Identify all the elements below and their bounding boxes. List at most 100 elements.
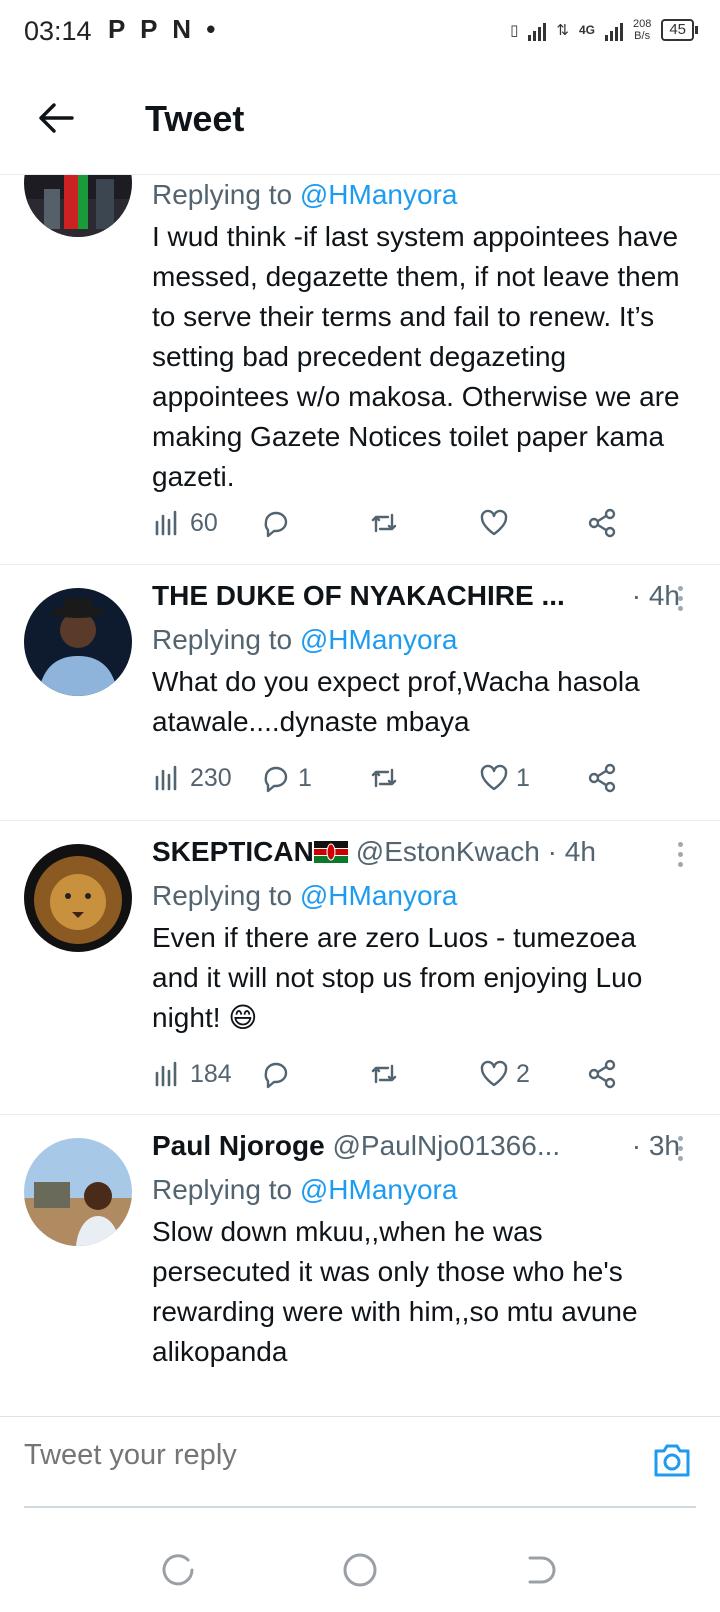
tweet-actions: 184 2 <box>152 1058 642 1098</box>
like-icon <box>480 1060 508 1087</box>
more-icon[interactable] <box>678 586 686 616</box>
kenya-flag-icon <box>313 841 348 863</box>
reply-tweet[interactable]: Replying to @HManyora I wud think -if la… <box>0 175 720 565</box>
more-icon[interactable] <box>678 842 686 872</box>
views-count: 230 <box>190 763 232 792</box>
tweet-actions: 230 1 1 <box>152 762 642 802</box>
reply-icon <box>264 1062 288 1089</box>
tweet-text: What do you expect prof,Wacha hasola ata… <box>152 666 640 737</box>
status-time: 03:14 <box>24 16 92 46</box>
share-icon <box>588 508 616 538</box>
replying-prefix: Replying to <box>152 880 293 911</box>
camera-icon[interactable] <box>652 1441 692 1479</box>
reply-button[interactable] <box>260 507 298 539</box>
notification-icons: P P N • <box>108 14 220 44</box>
replying-mention-link[interactable]: @HManyora <box>300 880 458 911</box>
replying-to: Replying to @HManyora <box>152 876 680 916</box>
tweet-actions: 60 <box>152 507 642 547</box>
like-count: 1 <box>516 763 530 792</box>
signal-icon-2 <box>604 19 623 41</box>
avatar[interactable] <box>24 1138 132 1246</box>
display-name[interactable]: SKEPTICAN <box>152 836 314 867</box>
views-button[interactable]: 60 <box>152 507 218 539</box>
replying-to: Replying to @HManyora <box>152 175 680 215</box>
back-arrow-icon[interactable] <box>36 98 76 138</box>
replying-prefix: Replying to <box>152 179 293 210</box>
avatar[interactable] <box>24 175 132 237</box>
share-icon <box>588 763 616 793</box>
display-name[interactable]: Paul Njoroge <box>152 1130 325 1161</box>
status-bar: 03:14 P P N • ▯ ⇅ 4G 208 B/s 45 <box>0 0 720 66</box>
page-title: Tweet <box>145 98 245 139</box>
avatar[interactable] <box>24 588 132 696</box>
reply-tweet[interactable]: THE DUKE OF NYAKACHIRE ... · 4h Replying… <box>0 564 720 821</box>
retweet-icon <box>371 513 397 533</box>
timestamp: · 4h <box>625 580 680 612</box>
reply-icon <box>264 766 288 793</box>
share-button[interactable] <box>586 762 618 794</box>
reply-button[interactable]: 1 <box>260 762 312 794</box>
replying-to: Replying to @HManyora <box>152 1170 680 1210</box>
data-arrows-icon: ⇅ <box>556 22 569 39</box>
timestamp: · 4h <box>547 836 596 867</box>
tweet-text: I wud think -if last system appointees h… <box>152 221 680 492</box>
reply-icon <box>264 511 288 538</box>
reply-count: 1 <box>298 763 312 792</box>
retweet-button[interactable] <box>368 762 406 794</box>
views-count: 184 <box>190 1059 232 1088</box>
display-name[interactable]: THE DUKE OF NYAKACHIRE ... <box>152 580 565 611</box>
like-button[interactable]: 1 <box>478 762 530 794</box>
system-nav-bar <box>0 1530 720 1612</box>
views-icon <box>155 510 177 536</box>
tweet-header: Paul Njoroge @PaulNjo01366... · 3h <box>152 1130 680 1170</box>
more-icon[interactable] <box>678 1136 686 1166</box>
reply-button[interactable] <box>260 1058 298 1090</box>
recent-apps-icon[interactable] <box>160 1550 200 1590</box>
reply-tweet[interactable]: Paul Njoroge @PaulNjo01366... · 3h Reply… <box>0 1114 720 1416</box>
like-icon <box>480 509 508 536</box>
replying-prefix: Replying to <box>152 1174 293 1205</box>
battery-indicator: 45 <box>661 19 698 41</box>
network-type: 4G <box>578 23 595 37</box>
retweet-icon <box>371 768 397 788</box>
tweet-header: THE DUKE OF NYAKACHIRE ... · 4h <box>152 580 680 620</box>
like-button[interactable] <box>478 507 516 539</box>
network-speed: 208 B/s <box>633 18 651 42</box>
signal-icon <box>528 19 547 41</box>
retweet-button[interactable] <box>368 507 406 539</box>
replying-mention-link[interactable]: @HManyora <box>300 624 458 655</box>
app-header: Tweet <box>0 66 720 175</box>
replying-mention-link[interactable]: @HManyora <box>300 1174 458 1205</box>
retweet-button[interactable] <box>368 1058 406 1090</box>
like-button[interactable]: 2 <box>478 1058 530 1090</box>
views-icon <box>155 765 177 791</box>
like-count: 2 <box>516 1059 530 1088</box>
handle[interactable]: @EstonKwach <box>356 836 540 867</box>
composer-divider <box>24 1506 696 1508</box>
views-button[interactable]: 184 <box>152 1058 232 1090</box>
timestamp: · 3h <box>625 1130 680 1162</box>
replying-mention-link[interactable]: @HManyora <box>300 179 458 210</box>
handle[interactable]: @PaulNjo01366... <box>332 1130 560 1161</box>
replying-prefix: Replying to <box>152 624 293 655</box>
tweet-text: Even if there are zero Luos - tumezoea a… <box>152 922 643 1033</box>
retweet-icon <box>371 1064 397 1084</box>
back-nav-icon[interactable] <box>520 1550 560 1590</box>
like-icon <box>480 764 508 791</box>
reply-composer <box>0 1416 720 1507</box>
views-button[interactable]: 230 <box>152 762 232 794</box>
tweet-header: SKEPTICAN @EstonKwach · 4h <box>152 836 680 876</box>
speed-value: 208 <box>632 18 652 30</box>
share-icon <box>588 1059 616 1089</box>
avatar[interactable] <box>24 844 132 952</box>
speed-unit: B/s <box>634 30 651 42</box>
status-right: ▯ ⇅ 4G 208 B/s 45 <box>510 18 698 42</box>
home-icon[interactable] <box>340 1550 380 1590</box>
reply-input[interactable] <box>24 1439 584 1472</box>
share-button[interactable] <box>586 507 618 539</box>
replying-to: Replying to @HManyora <box>152 620 680 660</box>
share-button[interactable] <box>586 1058 618 1090</box>
views-icon <box>155 1061 177 1087</box>
reply-tweet[interactable]: SKEPTICAN @EstonKwach · 4h Replying to @H… <box>0 820 720 1115</box>
vibrate-icon: ▯ <box>510 22 519 39</box>
